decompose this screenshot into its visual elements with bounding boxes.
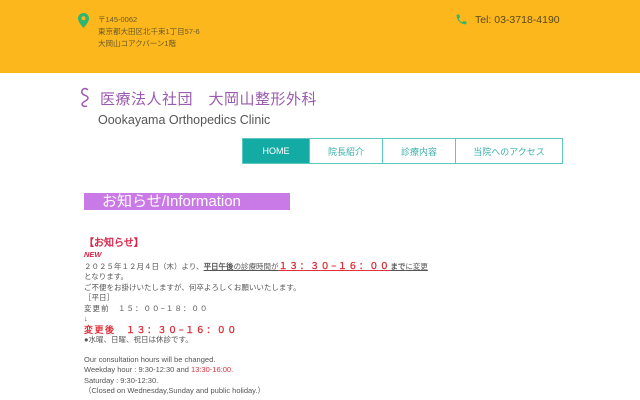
notice-line: Our consultation hours will be changed. — [84, 354, 216, 364]
notice-line: 変更前 １５：００−１８：００ — [84, 303, 209, 313]
nav-access[interactable]: 当院へのアクセス — [455, 139, 562, 163]
text: ２０２５年１２月４日（木）より、 — [84, 261, 204, 271]
phone-number[interactable]: Tel: 03-3718-4190 — [475, 14, 560, 26]
address-line: 東京都大田区北千束1丁目57-6 — [98, 27, 200, 36]
notice-line: ２０２５年１２月４日（木）より、平日午後の診療時間が１３：３０−１６：００までに… — [84, 261, 428, 273]
text: Weekday hour : 9:30-12:30 and — [84, 365, 192, 374]
notice-content: 【お知らせ】 NEW ２０２５年１２月４日（木）より、平日午後の診療時間が１３：… — [84, 237, 428, 397]
top-header: 〒145-0062 東京都大田区北千束1丁目57-6 大岡山コアクバーン1階 T… — [0, 0, 640, 73]
notice-line: ご不便をお掛けいたしますが、何卒よろしくお願いいたします。 — [84, 282, 301, 292]
address-line: 大岡山コアクバーン1階 — [98, 39, 177, 48]
text: 平日午後 — [203, 261, 234, 271]
nav-services[interactable]: 診療内容 — [382, 139, 455, 163]
clinic-title[interactable]: 医療法人社団 大岡山整形外科 — [100, 88, 317, 109]
text: １３：３０−１６：００ — [278, 260, 391, 271]
notice-line: 変更後 １３：３０−１６：００ — [84, 324, 238, 335]
clinic-subtitle: Oookayama Orthopedics Clinic — [98, 113, 271, 127]
new-badge: NEW — [84, 250, 102, 259]
notice-line: ●水曜、日曜、祝日は休診です。 — [84, 335, 193, 344]
clinic-logo-icon — [81, 87, 89, 107]
notice-line: Weekday hour : 9:30-12:30 and 13:30-16:0… — [84, 365, 428, 376]
section-heading: お知らせ/Information — [84, 193, 290, 210]
phone-icon — [456, 14, 467, 25]
nav-home[interactable]: HOME — [243, 139, 309, 163]
notice-line: Saturday : 9:30-12:30. — [84, 375, 159, 385]
nav-director[interactable]: 院長紹介 — [309, 139, 382, 163]
text: に変更 — [405, 261, 428, 271]
arrow: ↓ — [84, 314, 88, 323]
notice-line: （Closed on Wednesday,Sunday and public h… — [84, 386, 265, 395]
address: 〒145-0062 東京都大田区北千束1丁目57-6 大岡山コアクバーン1階 — [98, 14, 200, 50]
map-pin-icon — [78, 13, 89, 28]
notice-line: ［平日］ — [84, 293, 114, 302]
text: 13:30-16:00. — [191, 365, 234, 374]
notice-line: となります。 — [84, 272, 129, 281]
postal-code: 〒145-0062 — [98, 15, 138, 24]
notice-title: 【お知らせ】 — [84, 238, 144, 249]
text: まで — [390, 261, 406, 271]
main-nav: HOME 院長紹介 診療内容 当院へのアクセス — [242, 138, 563, 164]
text: の診療時間が — [233, 261, 279, 271]
